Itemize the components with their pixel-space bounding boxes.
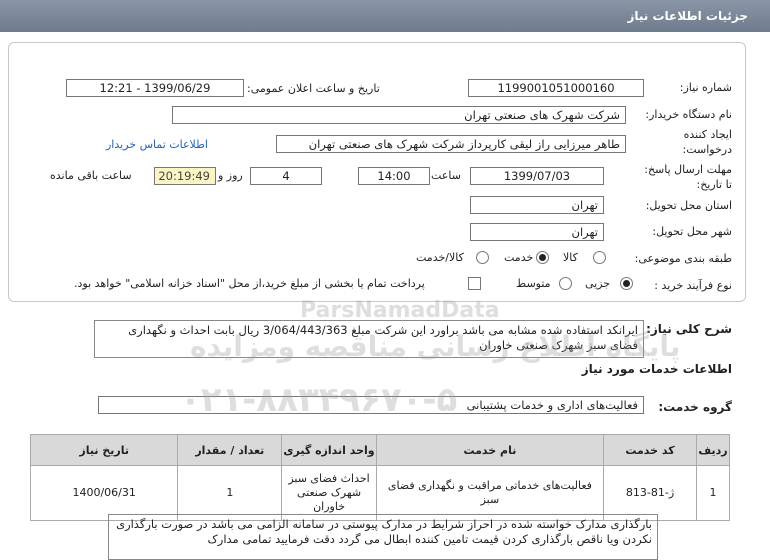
table-header-row: ردیف کد خدمت نام خدمت واحد اندازه گیری ت… (29, 434, 730, 466)
deadline-label-line2: تا تاریخ: (696, 178, 732, 191)
creator-label-line1: ایجاد کننده (683, 128, 732, 141)
cell-code: ژ-81-813 (602, 465, 698, 521)
category-radio-service[interactable] (536, 251, 549, 264)
col-code-header: کد خدمت (602, 434, 698, 466)
cell-date: 1400/06/31 (29, 465, 179, 521)
process-option-minor: جزیی (585, 277, 611, 290)
category-option-goods: کالا (563, 251, 578, 264)
summary-label: شرح کلی نیاز: (646, 322, 732, 336)
category-option-service: خدمت (504, 251, 534, 264)
process-option-medium: متوسط (516, 277, 551, 290)
col-name-header: نام خدمت (375, 434, 604, 466)
deadline-date-field[interactable]: 1399/07/03 (470, 167, 604, 185)
creator-field[interactable]: طاهر میرزایی راز لیقی کارپرداز شرکت شهرک… (276, 135, 626, 153)
category-radio-goods[interactable] (593, 251, 606, 264)
col-date-header: تاریخ نیاز (29, 434, 179, 466)
category-label: طبقه بندی موضوعی: (634, 252, 732, 265)
buyer-org-label: نام دستگاه خریدار: (645, 108, 732, 121)
cell-name: فعالیت‌های خدماتی مراقبت و نگهداری فضای … (375, 465, 604, 521)
buyer-org-field[interactable]: شرکت شهرک های صنعتی تهران (172, 106, 626, 124)
col-index-header: ردیف (696, 434, 730, 466)
cell-index: 1 (696, 465, 730, 521)
category-radio-goods-service[interactable] (476, 251, 489, 264)
announce-date-label: تاریخ و ساعت اعلان عمومی: (247, 82, 380, 95)
page-title: جزئیات اطلاعات نیاز (627, 9, 748, 23)
deadline-label-line1: مهلت ارسال پاسخ: (644, 163, 732, 176)
process-radio-medium[interactable] (559, 277, 572, 290)
creator-label-line2: درخواست: (682, 143, 732, 156)
category-option-goods-service: کالا/خدمت (416, 251, 464, 264)
cell-qty: 1 (177, 465, 283, 521)
deadline-time-label: ساعت (431, 169, 461, 182)
announce-date-field[interactable]: 1399/06/29 - 12:21 (66, 79, 244, 97)
buyer-contact-link[interactable]: اطلاعات تماس خریدار (106, 138, 208, 151)
table-row[interactable]: 1 ژ-81-813 فعالیت‌های خدماتی مراقبت و نگ… (29, 465, 730, 521)
services-table: ردیف کد خدمت نام خدمت واحد اندازه گیری ت… (29, 434, 730, 521)
treasury-payment-checkbox[interactable] (468, 277, 481, 290)
services-section-title: اطلاعات خدمات مورد نیاز (581, 362, 732, 376)
service-group-label: گروه خدمت: (658, 400, 732, 414)
province-field[interactable]: تهران (470, 196, 604, 214)
days-label: روز و (218, 169, 243, 182)
col-qty-header: تعداد / مقدار (177, 434, 283, 466)
service-group-field[interactable]: فعالیت‌های اداری و خدمات پشتیبانی (98, 396, 644, 414)
remaining-time-field: 20:19:49 (154, 167, 216, 185)
process-label: نوع فرآیند خرید : (654, 279, 732, 292)
deadline-time-field[interactable]: 14:00 (358, 167, 430, 185)
cell-unit: احداث فضای سبز شهرک صنعتی خاوران (281, 465, 377, 521)
requirements-note: بارگذاری مدارک خواسته شده در احراز شرایط… (108, 514, 658, 560)
need-number-field[interactable]: 1199001051000160 (468, 79, 644, 97)
city-label: شهر محل تحویل: (652, 225, 732, 238)
city-field[interactable]: تهران (470, 223, 604, 241)
remaining-time-label: ساعت باقی مانده (50, 169, 132, 182)
treasury-payment-note: پرداخت تمام یا بخشی از مبلغ خرید،از محل … (74, 277, 425, 290)
need-number-label: شماره نیاز: (679, 81, 732, 94)
page-header: جزئیات اطلاعات نیاز (0, 0, 770, 32)
remaining-days-field[interactable]: 4 (250, 167, 322, 185)
province-label: استان محل تحویل: (645, 199, 732, 212)
summary-text: ایرانکد استفاده شده مشابه می باشد براورد… (94, 320, 644, 358)
col-unit-header: واحد اندازه گیری (281, 434, 377, 466)
process-radio-minor[interactable] (620, 277, 633, 290)
